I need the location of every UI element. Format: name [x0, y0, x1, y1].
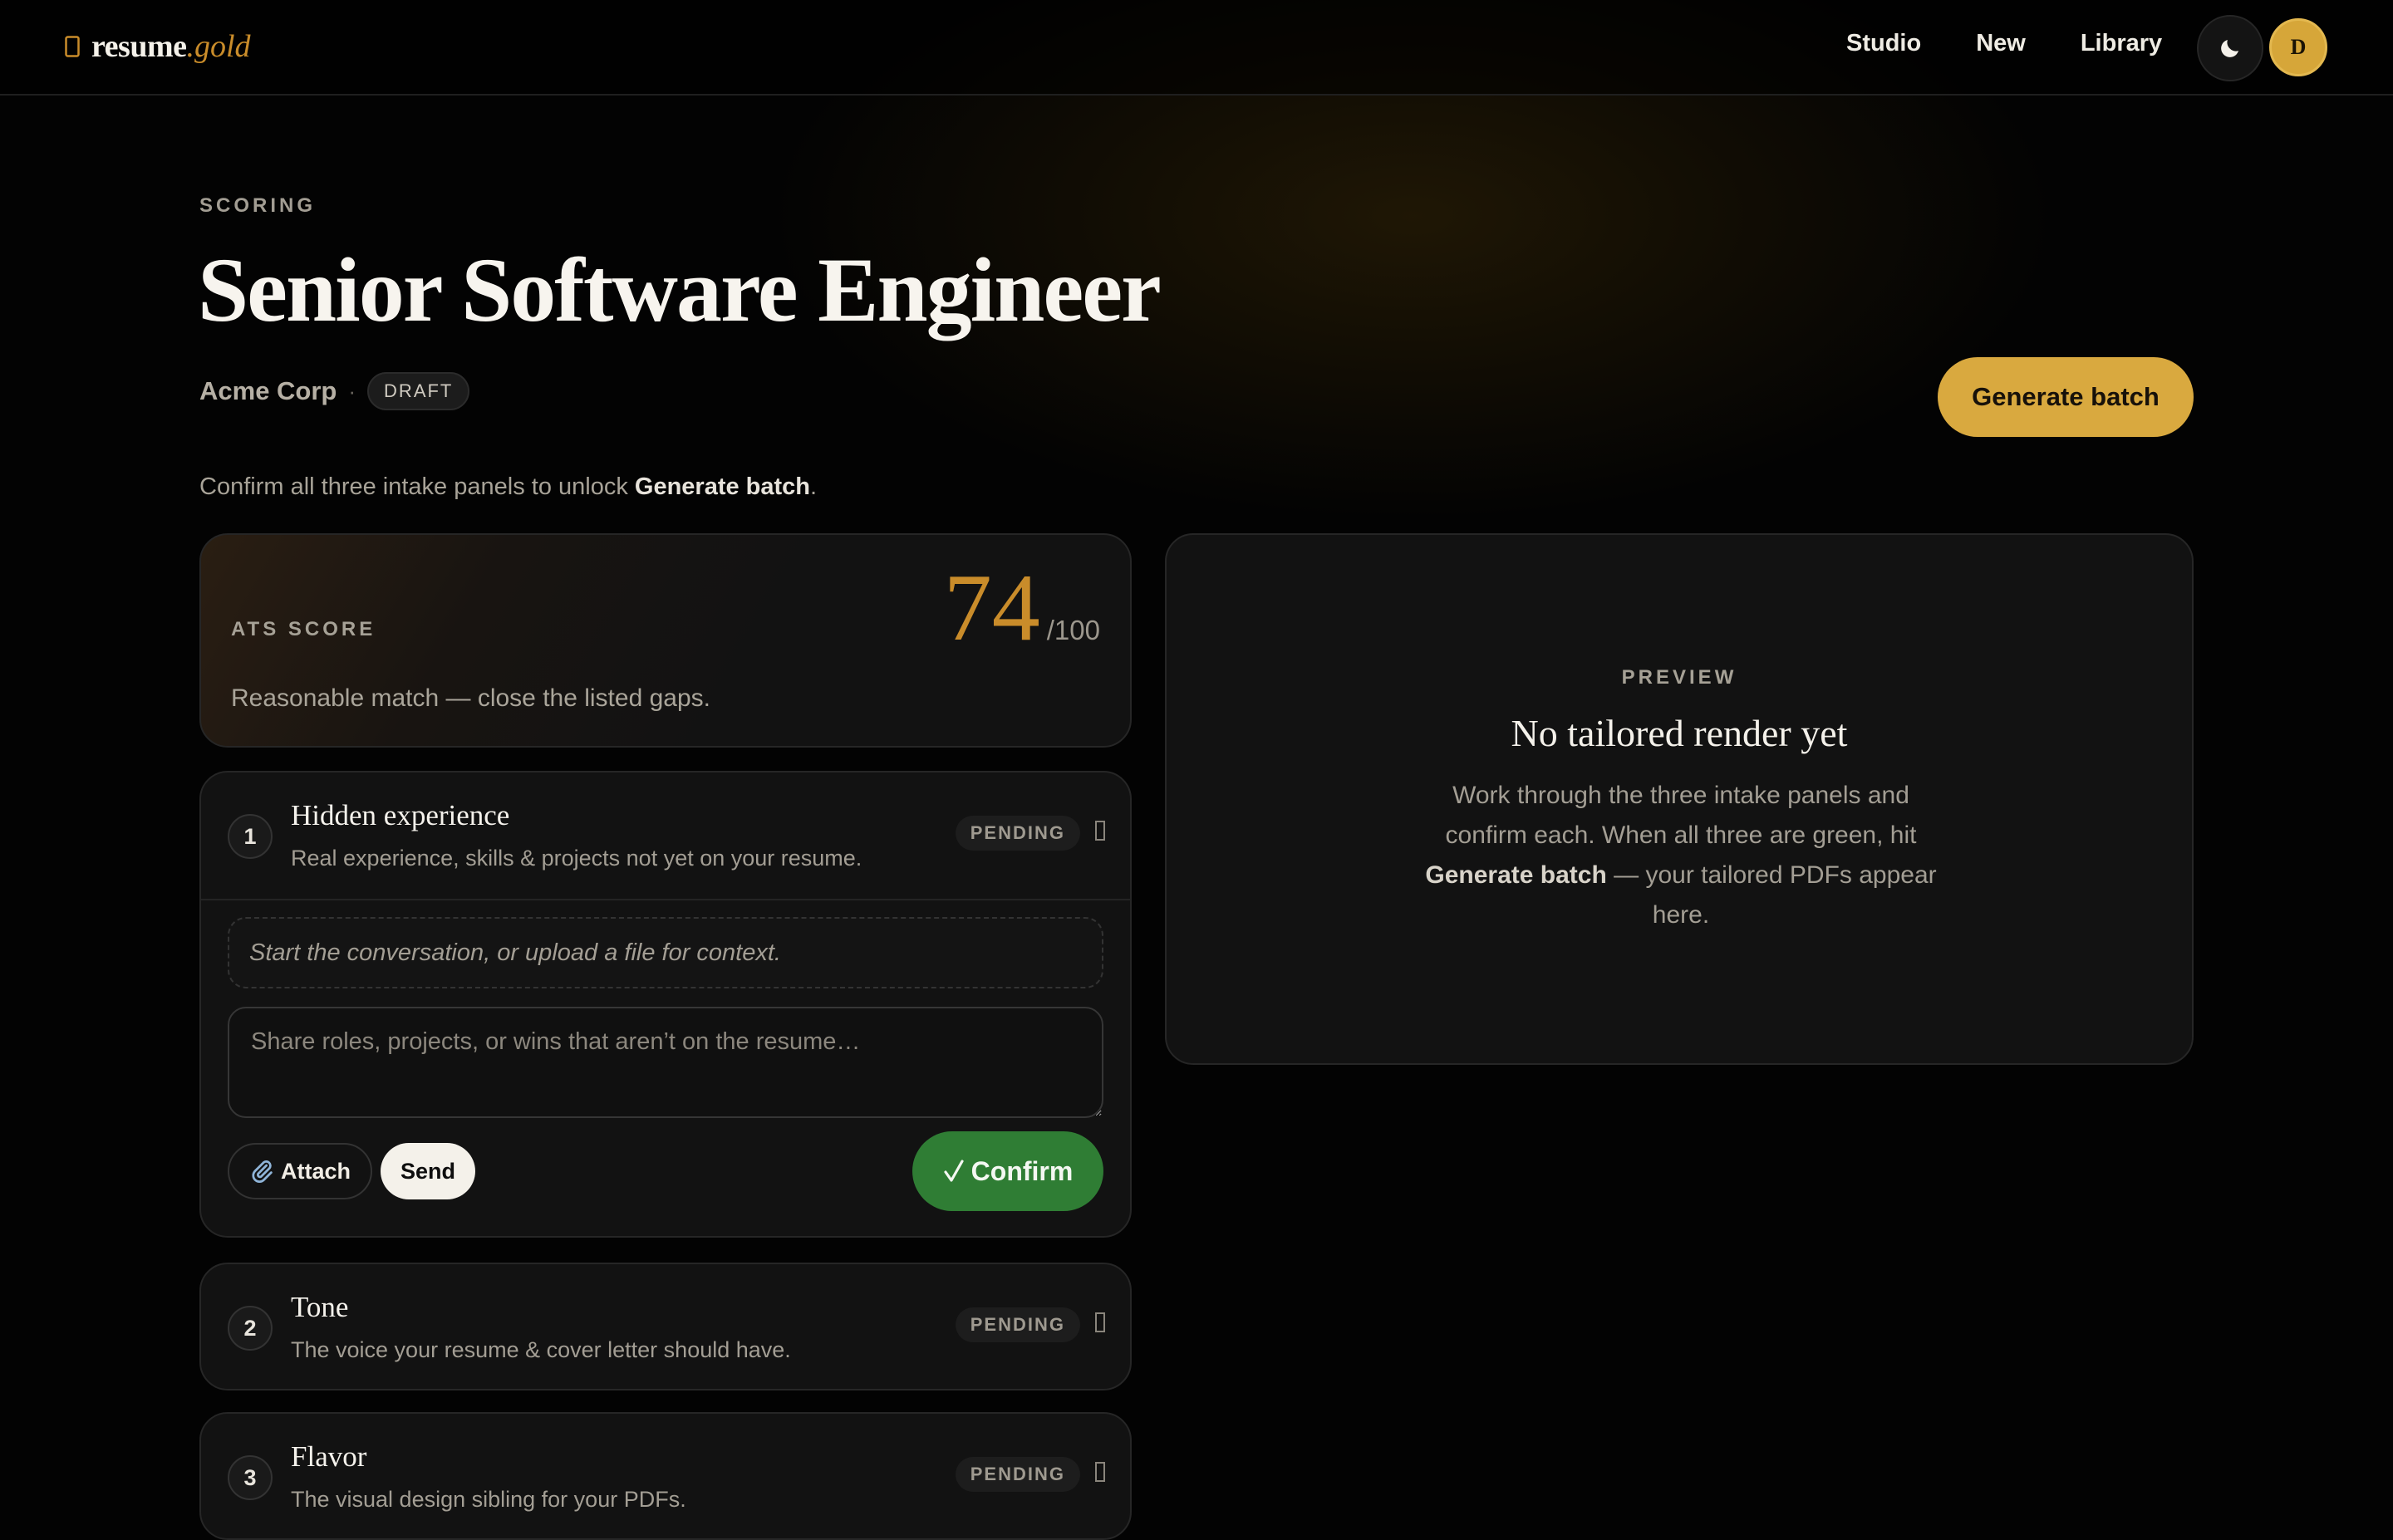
panel-subtitle: The visual design sibling for your PDFs. — [291, 1487, 686, 1512]
ats-score-card: ATS SCORE 74 /100 Reasonable match — clo… — [199, 533, 1132, 748]
user-avatar[interactable]: D — [2269, 18, 2327, 76]
nav-studio[interactable]: Studio — [1846, 30, 1921, 57]
unlock-hint: Confirm all three intake panels to unloc… — [199, 473, 817, 501]
conversation-empty-hint: Start the conversation, or upload a file… — [228, 917, 1103, 988]
ats-score: 74 /100 — [944, 560, 1100, 656]
preview-eyebrow: PREVIEW — [1621, 666, 1737, 689]
preview-body-prefix: Work through the three intake panels and… — [1445, 782, 1917, 849]
status-badge: PENDING — [955, 1457, 1080, 1492]
chevron-icon[interactable] — [1095, 1462, 1105, 1482]
send-button[interactable]: Send — [381, 1143, 475, 1199]
status-badge: PENDING — [955, 816, 1080, 851]
ats-score-max: /100 — [1046, 615, 1100, 645]
preview-body-strong: Generate batch — [1425, 861, 1607, 889]
top-bar: resume.gold Studio New Library D — [0, 0, 2393, 96]
panel-subtitle: Real experience, skills & projects not y… — [291, 846, 862, 871]
intake-panel-tone[interactable]: 2 Tone The voice your resume & cover let… — [199, 1263, 1132, 1390]
checkmark-icon — [944, 1160, 964, 1182]
hint-strong: Generate batch — [634, 473, 811, 500]
ats-score-value: 74 — [943, 555, 1040, 661]
page-title: Senior Software Engineer — [198, 239, 1162, 341]
preview-body-suffix: — your tailored PDFs appear here. — [1606, 861, 1937, 929]
preview-body: Work through the three intake panels and… — [1416, 776, 1946, 935]
main-nav: Studio New Library — [1846, 30, 2162, 57]
brand-name: resume — [91, 29, 187, 64]
brand-accent: .gold — [186, 29, 251, 64]
panel-number: 2 — [228, 1306, 273, 1351]
panel-title: Tone — [291, 1291, 349, 1323]
chevron-icon[interactable] — [1095, 821, 1105, 841]
theme-toggle-button[interactable] — [2197, 15, 2263, 81]
message-input[interactable] — [228, 1007, 1103, 1118]
status-badge: PENDING — [955, 1307, 1080, 1342]
intake-panel-flavor[interactable]: 3 Flavor The visual design sibling for y… — [199, 1412, 1132, 1540]
panel-subtitle: The voice your resume & cover letter sho… — [291, 1337, 791, 1362]
status-badge: DRAFT — [367, 372, 470, 410]
company-name: Acme Corp — [199, 376, 337, 405]
chevron-icon[interactable] — [1095, 1312, 1105, 1332]
nav-new[interactable]: New — [1976, 30, 2026, 57]
hint-prefix: Confirm all three intake panels to unloc… — [199, 473, 635, 500]
ats-description: Reasonable match — close the listed gaps… — [231, 684, 710, 712]
brand-logo[interactable]: resume.gold — [65, 25, 251, 68]
document-icon — [65, 36, 80, 57]
preview-card: PREVIEW No tailored render yet Work thro… — [1165, 533, 2194, 1065]
panel-number: 3 — [228, 1455, 273, 1500]
ats-label: ATS SCORE — [231, 618, 376, 640]
confirm-button[interactable]: Confirm — [912, 1131, 1103, 1211]
panel-divider — [201, 899, 1130, 900]
attach-button[interactable]: Attach — [228, 1143, 373, 1199]
panel-title[interactable]: Hidden experience — [291, 799, 509, 832]
panel-title: Flavor — [291, 1440, 367, 1473]
preview-title: No tailored render yet — [1511, 712, 1848, 754]
company-row: Acme Corp · DRAFT — [199, 372, 470, 410]
moon-icon — [2221, 40, 2238, 57]
paperclip-icon — [252, 1160, 273, 1183]
generate-batch-button[interactable]: Generate batch — [1938, 357, 2194, 437]
panel-number: 1 — [228, 814, 273, 859]
confirm-label: Confirm — [970, 1155, 1074, 1186]
hint-suffix: . — [810, 473, 818, 500]
intake-panel-hidden-experience: 1 Hidden experience Real experience, ski… — [199, 771, 1132, 1238]
page-eyebrow: SCORING — [199, 194, 317, 217]
separator-dot: · — [348, 378, 356, 404]
attach-label: Attach — [281, 1158, 351, 1184]
nav-library[interactable]: Library — [2081, 30, 2162, 57]
